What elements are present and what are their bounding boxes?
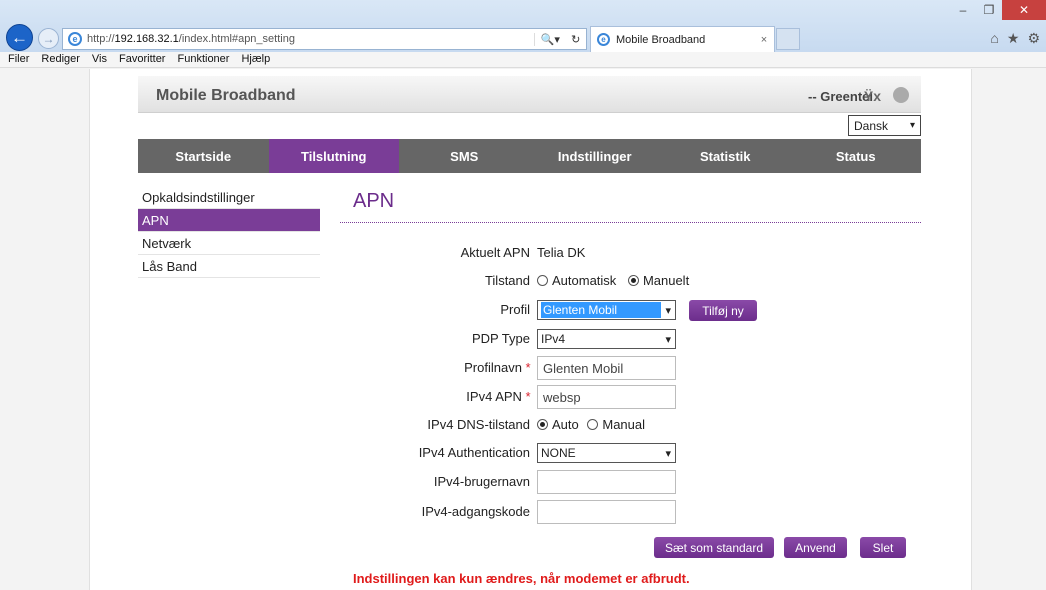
sidebar-item-opkaldsindstillinger[interactable]: Opkaldsindstillinger	[138, 186, 320, 209]
arrow-left-icon: ←	[11, 27, 28, 47]
address-bar[interactable]: e http://192.168.32.1/index.html#apn_set…	[62, 28, 587, 50]
side-menu: Opkaldsindstillinger APN Netværk Lås Ban…	[138, 186, 320, 278]
current-apn-label: Aktuelt APN	[460, 245, 530, 260]
ipv4-apn-label: IPv4 APN *	[352, 389, 530, 404]
chevron-down-icon: ▾	[665, 447, 671, 460]
address-tools: 🔍▾ ↻	[534, 32, 586, 46]
nav-indstillinger[interactable]: Indstillinger	[530, 139, 661, 173]
nav-status[interactable]: Status	[791, 139, 922, 173]
auth-select[interactable]: NONE ▾	[537, 443, 676, 463]
minimize-icon[interactable]: –	[950, 0, 976, 20]
profile-label: Profil	[500, 302, 530, 317]
dns-radio-group: Auto Manual	[537, 417, 645, 432]
home-icon[interactable]: ⌂	[990, 30, 998, 47]
pdp-type-label: PDP Type	[471, 331, 530, 346]
ipv4-apn-label-text: IPv4 APN	[466, 389, 522, 404]
mode-radio-group: Automatisk Manuelt	[537, 273, 689, 288]
menu-item-filer[interactable]: Filer	[2, 52, 35, 67]
set-default-button[interactable]: Sæt som standard	[654, 537, 774, 558]
dns-mode-label: IPv4 DNS-tilstand	[427, 417, 530, 432]
sidebar-item-apn[interactable]: APN	[138, 209, 320, 232]
browser-toolbar-icons: ⌂ ★ ⚙	[990, 30, 1040, 47]
auth-label: IPv4 Authentication	[418, 445, 530, 460]
warning-note: Indstillingen kan kun ændres, når modeme…	[353, 571, 690, 586]
menu-item-funktioner[interactable]: Funktioner	[171, 52, 235, 67]
language-value: Dansk	[854, 118, 889, 133]
arrow-right-icon: →	[42, 31, 55, 46]
ie-page-icon: e	[68, 32, 82, 46]
brand-title: Mobile Broadband	[156, 87, 296, 104]
username-label: IPv4-brugernavn	[433, 474, 530, 489]
title-divider	[340, 222, 921, 223]
apply-button[interactable]: Anvend	[784, 537, 847, 558]
dns-manual-label: Manual	[602, 417, 646, 432]
username-input[interactable]	[537, 470, 676, 494]
pdp-type-select[interactable]: IPv4 ▾	[537, 329, 676, 349]
language-select[interactable]: Dansk ▾	[848, 115, 921, 136]
profile-name-label: Profilnavn *	[352, 360, 530, 375]
browser-tab[interactable]: e Mobile Broadband ×	[590, 26, 775, 52]
menu-item-hjaelp[interactable]: Hjælp	[235, 52, 276, 67]
sidebar-item-netvaerk[interactable]: Netværk	[138, 232, 320, 255]
auth-value: NONE	[541, 446, 576, 460]
menu-item-rediger[interactable]: Rediger	[35, 52, 86, 67]
dns-auto-radio[interactable]	[537, 419, 548, 430]
menu-bar: Filer Rediger Vis Favoritter Funktioner …	[0, 52, 1046, 68]
back-button[interactable]: ←	[6, 24, 33, 51]
required-mark: *	[524, 389, 530, 404]
url-path: /index.html#apn_setting	[178, 33, 295, 45]
password-input[interactable]	[537, 500, 676, 524]
star-icon[interactable]: ★	[1007, 30, 1020, 47]
chevron-down-icon: ▾	[665, 304, 671, 317]
forward-button[interactable]: →	[38, 28, 59, 49]
nav-statistik[interactable]: Statistik	[660, 139, 791, 173]
dns-manual-radio[interactable]	[587, 419, 599, 430]
menu-item-favoritter[interactable]: Favoritter	[113, 52, 171, 67]
url-host: 192.168.32.1	[114, 33, 179, 45]
refresh-icon[interactable]: ↻	[571, 33, 580, 46]
mode-auto-label: Automatisk	[552, 273, 617, 288]
close-window-icon[interactable]: ✕	[1002, 0, 1046, 20]
add-profile-button[interactable]: Tilføj ny	[689, 300, 757, 321]
tab-title: Mobile Broadband	[616, 33, 706, 46]
window-controls: – ❐ ✕	[950, 0, 1046, 22]
restore-icon[interactable]: ❐	[976, 0, 1002, 20]
nav-sms[interactable]: SMS	[399, 139, 530, 173]
new-tab-button[interactable]	[776, 28, 800, 50]
nav-tilslutning[interactable]: Tilslutning	[268, 139, 399, 173]
nav-startside[interactable]: Startside	[138, 139, 269, 173]
chevron-down-icon: ▾	[909, 120, 915, 131]
chevron-down-icon: ▾	[665, 333, 671, 346]
required-mark: *	[524, 360, 530, 375]
no-signal-icon: Ÿx	[863, 88, 881, 104]
delete-button[interactable]: Slet	[860, 537, 906, 558]
ie-tab-icon: e	[597, 33, 610, 46]
profile-name-input[interactable]: Glenten Mobil	[537, 356, 676, 380]
page-header: Mobile Broadband -- Greentel Ÿx	[138, 76, 921, 113]
menu-item-vis[interactable]: Vis	[86, 52, 113, 67]
page-title: APN	[353, 190, 395, 212]
sidebar-item-laas-band[interactable]: Lås Band	[138, 255, 320, 278]
mode-manual-radio[interactable]	[627, 275, 639, 286]
current-apn-value: Telia DK	[537, 245, 586, 260]
tab-close-icon[interactable]: ×	[754, 34, 774, 46]
url-text[interactable]: http://192.168.32.1/index.html#apn_setti…	[87, 33, 534, 45]
page: Mobile Broadband -- Greentel Ÿx Dansk ▾ …	[89, 69, 972, 590]
ipv4-apn-input[interactable]: websp	[537, 385, 676, 409]
browser-chrome: – ❐ ✕ ← → e http://192.168.32.1/index.ht…	[0, 0, 1046, 52]
gear-icon[interactable]: ⚙	[1027, 30, 1040, 47]
search-icon[interactable]: 🔍▾	[541, 33, 560, 46]
mode-label: Tilstand	[484, 273, 530, 288]
globe-icon	[893, 87, 909, 103]
dns-auto-label: Auto	[552, 417, 579, 432]
mode-auto-radio[interactable]	[537, 275, 548, 286]
mode-manual-label: Manuelt	[642, 273, 690, 288]
profile-name-label-text: Profilnavn	[464, 360, 522, 375]
pdp-type-value: IPv4	[541, 332, 566, 346]
url-scheme: http://	[87, 33, 115, 45]
profile-select[interactable]: Glenten Mobil ▾	[537, 300, 676, 320]
main-nav: Startside Tilslutning SMS Indstillinger …	[138, 139, 921, 173]
profile-select-value: Glenten Mobil	[541, 302, 662, 318]
password-label: IPv4-adgangskode	[421, 504, 530, 519]
